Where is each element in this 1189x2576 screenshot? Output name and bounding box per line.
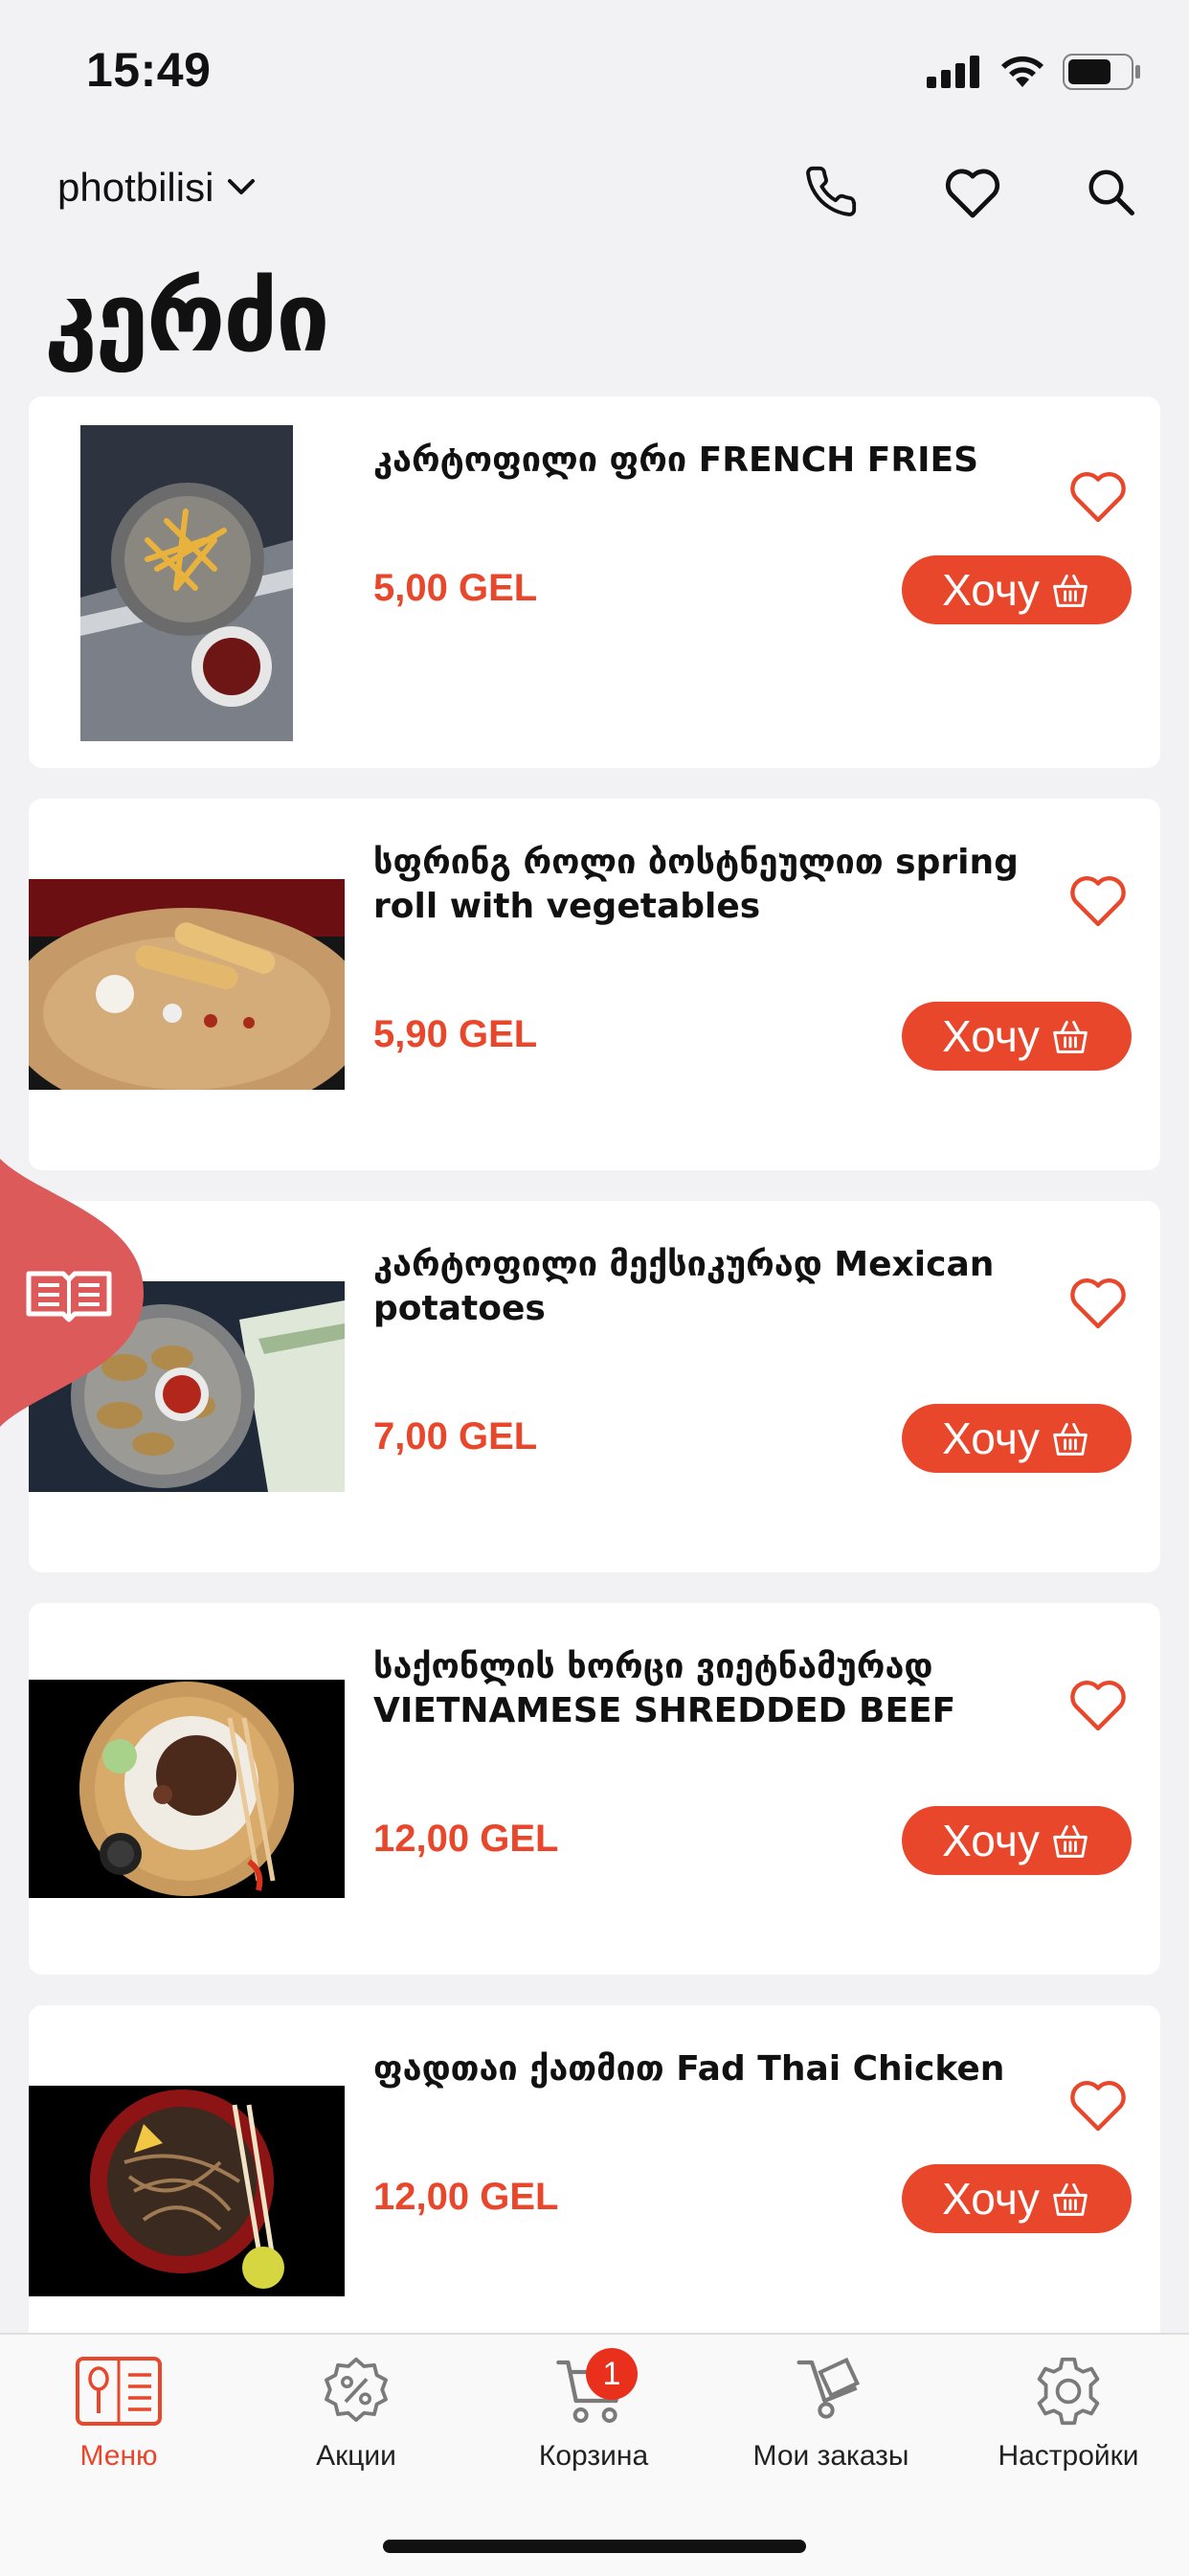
signal-icon xyxy=(927,56,979,88)
status-icons xyxy=(927,48,1141,96)
product-price: 7,00 GEL xyxy=(373,1415,538,1457)
bottom-tab-bar: Меню Акции 1 Корзина Мои заказы Настройк… xyxy=(0,2333,1189,2576)
product-price: 12,00 GEL xyxy=(373,2176,559,2218)
heart-icon xyxy=(1070,1278,1126,1329)
product-name: ფადთაი ქათმით Fad Thai Chicken xyxy=(373,2049,1005,2089)
basket-icon xyxy=(1053,2183,1088,2216)
product-name: კარტოფილი ფრი FRENCH FRIES xyxy=(373,441,979,480)
tab-cart[interactable]: 1 Корзина xyxy=(475,2348,712,2492)
favorite-button[interactable] xyxy=(1065,2070,1132,2137)
add-to-cart-label: Хочу xyxy=(942,1816,1040,1865)
product-card[interactable]: კარტოფილი მექსიკურად Mexican potatoes 7,… xyxy=(29,1201,1160,1572)
cart-badge: 1 xyxy=(586,2348,638,2400)
tab-label: Настройки xyxy=(998,2440,1139,2472)
add-to-cart-button[interactable]: Хочу xyxy=(902,1002,1132,1071)
product-card[interactable]: საქონლის ხორცი ვიეტნამურად VIETNAMESE SH… xyxy=(29,1603,1160,1975)
product-name: კარტოფილი მექსიკურად Mexican potatoes xyxy=(373,1245,995,1328)
tab-menu[interactable]: Меню xyxy=(0,2348,237,2492)
favorites-button[interactable] xyxy=(934,153,1011,230)
tab-promotions[interactable]: Акции xyxy=(237,2348,475,2492)
add-to-cart-label: Хочу xyxy=(942,565,1040,615)
heart-icon xyxy=(1070,472,1126,523)
product-image xyxy=(80,425,293,741)
product-card[interactable]: ფადთაი ქათმით Fad Thai Chicken 12,00 GEL… xyxy=(29,2005,1160,2377)
favorite-button[interactable] xyxy=(1065,462,1132,529)
add-to-cart-label: Хочу xyxy=(942,1413,1040,1463)
add-to-cart-button[interactable]: Хочу xyxy=(902,1404,1132,1473)
product-name: საქონლის ხორცი ვიეტნამურად VIETNAMESE SH… xyxy=(373,1647,956,1730)
product-price: 5,90 GEL xyxy=(373,1013,538,1055)
product-image xyxy=(29,1680,345,1898)
add-to-cart-button[interactable]: Хочу xyxy=(902,1806,1132,1875)
location-selector[interactable]: photbilisi xyxy=(57,165,256,211)
home-indicator xyxy=(383,2540,806,2553)
discount-icon xyxy=(308,2348,404,2434)
heart-icon xyxy=(945,169,1000,218)
menu-book-icon xyxy=(71,2348,167,2434)
status-bar: 15:49 xyxy=(0,0,1189,144)
product-name: სფრინგ როლი ბოსტნეულით spring roll with … xyxy=(373,843,1019,926)
tab-label: Корзина xyxy=(538,2440,649,2472)
favorite-button[interactable] xyxy=(1065,1670,1132,1737)
tab-label: Меню xyxy=(79,2440,158,2472)
basket-icon xyxy=(1053,575,1088,607)
tab-label: Акции xyxy=(316,2440,396,2472)
add-to-cart-button[interactable]: Хочу xyxy=(902,555,1132,624)
basket-icon xyxy=(1053,1423,1088,1456)
product-card[interactable]: სფრინგ როლი ბოსტნეულით spring roll with … xyxy=(29,799,1160,1170)
cart-icon: 1 xyxy=(546,2348,641,2434)
product-price: 5,00 GEL xyxy=(373,567,538,609)
tab-my-orders[interactable]: Мои заказы xyxy=(712,2348,950,2492)
heart-icon xyxy=(1070,1681,1126,1731)
product-card[interactable]: კარტოფილი ფრი FRENCH FRIES 5,00 GEL Хочу xyxy=(29,396,1160,768)
tab-settings[interactable]: Настройки xyxy=(950,2348,1187,2492)
chevron-down-icon xyxy=(228,179,256,194)
orders-icon xyxy=(783,2348,879,2434)
favorite-button[interactable] xyxy=(1065,866,1132,933)
basket-icon xyxy=(1053,1021,1088,1053)
heart-icon xyxy=(1070,2081,1126,2132)
battery-icon xyxy=(1063,54,1140,90)
product-price: 12,00 GEL xyxy=(373,1818,559,1860)
phone-icon xyxy=(806,166,857,216)
heart-icon xyxy=(1070,876,1126,927)
product-image xyxy=(29,879,345,1090)
status-time: 15:49 xyxy=(86,43,212,97)
add-to-cart-button[interactable]: Хочу xyxy=(902,2164,1132,2233)
tab-label: Мои заказы xyxy=(752,2440,909,2472)
search-button[interactable] xyxy=(1072,153,1149,230)
phone-button[interactable] xyxy=(793,153,869,230)
basket-icon xyxy=(1053,1825,1088,1858)
brand-name: photbilisi xyxy=(57,165,214,210)
add-to-cart-label: Хочу xyxy=(942,1011,1040,1061)
catalog-side-tab[interactable] xyxy=(0,1159,144,1427)
favorite-button[interactable] xyxy=(1065,1268,1132,1335)
search-icon xyxy=(1088,169,1134,215)
app-header: photbilisi xyxy=(0,144,1189,268)
page-title: კერძი xyxy=(44,261,330,373)
settings-icon xyxy=(1021,2348,1116,2434)
add-to-cart-label: Хочу xyxy=(942,2174,1040,2224)
wifi-icon xyxy=(1001,56,1043,87)
product-image xyxy=(29,2086,345,2296)
